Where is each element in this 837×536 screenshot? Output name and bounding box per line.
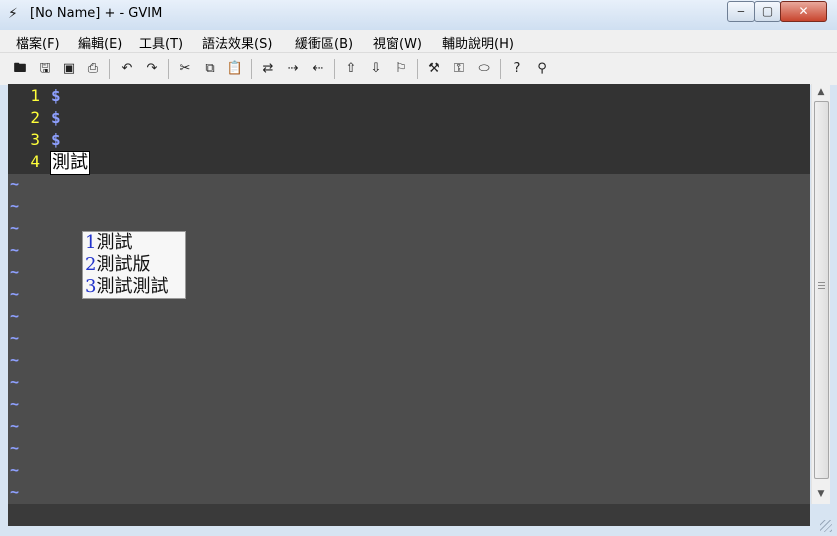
replace-icon[interactable]: ⇄ [258, 59, 278, 79]
menu-edit[interactable]: 編輯(E) [78, 33, 122, 52]
load-session-icon[interactable]: ⇧ [341, 59, 361, 79]
gvim-window: ⚡ [No Name] + - GVIM ‒ ▢ ✕ 檔案(F) 編輯(E) 工… [0, 0, 837, 536]
vim-icon[interactable]: ⚡ [8, 6, 24, 22]
resize-grip-icon[interactable] [820, 520, 832, 532]
title-bar[interactable]: ⚡ [No Name] + - GVIM ‒ ▢ ✕ [0, 0, 837, 30]
buffer-lines[interactable]: 1 $ 2 $ 3 $ 4 測試 [8, 84, 810, 175]
line-number: 4 [30, 152, 40, 171]
toolbar-separator [500, 59, 501, 79]
save-icon[interactable]: 🖫 [35, 59, 55, 79]
menu-bar: 檔案(F) 編輯(E) 工具(T) 語法效果(S) 緩衝區(B) 視窗(W) 輔… [0, 30, 837, 52]
vertical-scrollbar[interactable]: ▲ ▼ [811, 84, 830, 504]
tilde-marker: ~ [10, 285, 20, 303]
tilde-marker: ~ [10, 219, 20, 237]
window-title: [No Name] + - GVIM [30, 6, 163, 21]
tilde-marker: ~ [10, 197, 20, 215]
line-number: 1 [30, 86, 40, 105]
completion-item[interactable]: 1測試 [85, 232, 132, 254]
completion-text: 測試 [96, 232, 133, 253]
line-number: 3 [30, 130, 40, 149]
save-session-icon[interactable]: ⇩ [366, 59, 386, 79]
find-next-icon[interactable]: ⇢ [283, 59, 303, 79]
menu-file[interactable]: 檔案(F) [16, 33, 60, 52]
menu-help[interactable]: 輔助說明(H) [442, 33, 514, 52]
cursor-line-text: 測試 [50, 151, 90, 175]
tilde-marker: ~ [10, 307, 20, 325]
menu-buffers[interactable]: 緩衝區(B) [295, 33, 353, 52]
tilde-marker: ~ [10, 395, 20, 413]
toolbar-separator [417, 59, 418, 79]
toolbar-separator [168, 59, 169, 79]
window-frame-bottom [0, 526, 837, 536]
completion-index: 3 [85, 276, 97, 297]
tilde-marker: ~ [10, 439, 20, 457]
line-text: $ [51, 86, 61, 105]
paste-icon[interactable]: 📋 [225, 59, 245, 79]
line-number: 2 [30, 108, 40, 127]
print-icon[interactable]: ⎙ [83, 59, 103, 79]
tilde-marker: ~ [10, 175, 20, 193]
make-icon[interactable]: ⚒ [424, 59, 444, 79]
toolbar-separator [251, 59, 252, 79]
menu-tools[interactable]: 工具(T) [139, 33, 183, 52]
toolbar: 🖿 🖫 ▣ ⎙ ↶ ↷ ✂ ⧉ 📋 ⇄ ⇢ ⇠ ⇧ ⇩ ⚐ ⚒ ⚿ ⬭ ? ⚲ [0, 52, 837, 85]
menu-syntax[interactable]: 語法效果(S) [202, 33, 272, 52]
line-text: $ [51, 130, 61, 149]
line-text: $ [51, 108, 61, 127]
toolbar-separator [109, 59, 110, 79]
scroll-up-icon[interactable]: ▲ [812, 84, 830, 101]
find-prev-icon[interactable]: ⇠ [308, 59, 328, 79]
scroll-down-icon[interactable]: ▼ [812, 486, 830, 503]
scrollbar-thumb[interactable] [814, 101, 829, 479]
completion-text: 測試版 [96, 254, 151, 275]
tilde-marker: ~ [10, 241, 20, 259]
cut-icon[interactable]: ✂ [175, 59, 195, 79]
completion-item[interactable]: 3測試測試 [85, 276, 168, 298]
menu-window[interactable]: 視窗(W) [373, 33, 422, 52]
tilde-marker: ~ [10, 461, 20, 479]
jump-tag-icon[interactable]: ⬭ [474, 59, 494, 79]
completion-item[interactable]: 2測試版 [85, 254, 150, 276]
undo-icon[interactable]: ↶ [117, 59, 137, 79]
completion-index: 2 [85, 254, 97, 275]
thumb-grip [818, 282, 825, 291]
completion-popup[interactable]: 1測試 2測試版 3測試測試 [82, 231, 186, 299]
toolbar-separator [334, 59, 335, 79]
save-all-icon[interactable]: ▣ [59, 59, 79, 79]
command-line[interactable] [8, 504, 810, 526]
find-help-icon[interactable]: ⚲ [532, 59, 552, 79]
completion-text: 測試測試 [96, 276, 169, 297]
completion-index: 1 [85, 232, 97, 253]
minimize-button[interactable]: ‒ [727, 1, 755, 22]
run-script-icon[interactable]: ⚐ [391, 59, 411, 79]
tilde-marker: ~ [10, 483, 20, 501]
tilde-marker: ~ [10, 263, 20, 281]
tilde-marker: ~ [10, 417, 20, 435]
redo-icon[interactable]: ↷ [142, 59, 162, 79]
maximize-button[interactable]: ▢ [754, 1, 781, 22]
close-button[interactable]: ✕ [780, 1, 827, 22]
help-icon[interactable]: ? [507, 59, 527, 79]
ctags-icon[interactable]: ⚿ [449, 59, 469, 79]
copy-icon[interactable]: ⧉ [200, 59, 220, 79]
open-icon[interactable]: 🖿 [10, 59, 30, 79]
editor-area[interactable]: 1 $ 2 $ 3 $ 4 測試 ~ ~ ~ ~ ~ ~ ~ ~ ~ ~ ~ ~ ~ ~ ~ 1測試 2測試… [8, 84, 810, 504]
tilde-marker: ~ [10, 329, 20, 347]
tilde-marker: ~ [10, 373, 20, 391]
tilde-marker: ~ [10, 351, 20, 369]
